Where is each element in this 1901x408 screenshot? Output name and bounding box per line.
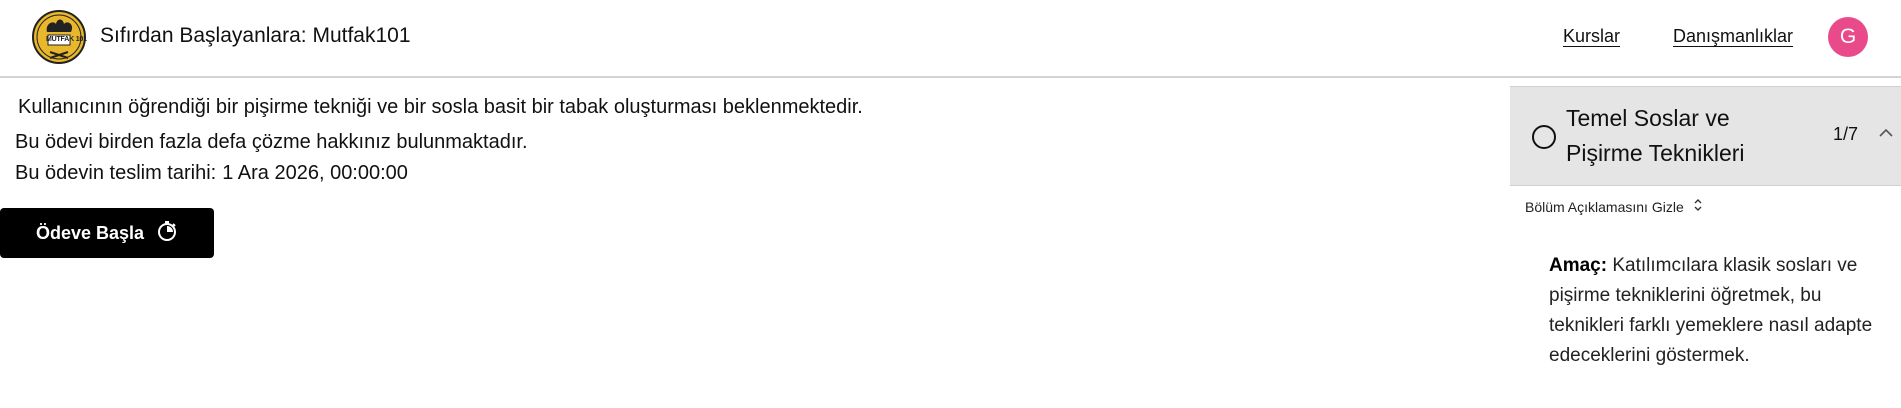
section-progress-count: 1/7 (1833, 124, 1859, 144)
chef-hat-logo-icon[interactable]: MUTFAK 101 (29, 10, 89, 64)
site-title: Sıfırdan Başlayanlara: Mutfak101 (100, 24, 411, 47)
due-date-line: Bu ödevin teslim tarihi: 1 Ara 2026, 00:0… (15, 162, 408, 185)
nav-link-courses[interactable]: Kurslar (1563, 26, 1620, 47)
start-assignment-label: Ödeve Başla (35, 222, 145, 243)
top-header: MUTFAK 101 Sıfırdan Başlayanlara: Mutfak… (0, 0, 1901, 78)
chevron-up-down-icon (1692, 198, 1704, 215)
assignment-description: Kullanıcının öğrendiği bir pişirme tekni… (18, 96, 863, 118)
toggle-section-description[interactable]: Bölüm Açıklamasını Gizle (1525, 198, 1704, 215)
due-date-label: Bu ödevin teslim tarihi: (15, 162, 217, 184)
section-title: Temel Soslar ve Pişirme Teknikleri (1566, 105, 1745, 166)
section-objective: Amaç: Katılımcılara klasik sosları ve pi… (1549, 251, 1879, 371)
avatar[interactable]: G (1828, 17, 1868, 57)
chevron-up-icon[interactable] (1878, 126, 1894, 140)
due-date-value: 1 Ara 2026, 00:00:00 (222, 162, 408, 184)
multiple-attempts-note: Bu ödevi birden fazla defa çözme hakkını… (15, 131, 528, 153)
objective-label: Amaç: (1549, 255, 1608, 276)
start-assignment-button[interactable]: Ödeve Başla (0, 208, 214, 258)
toggle-description-label: Bölüm Açıklamasını Gizle (1525, 198, 1684, 215)
circle-outline-icon (1532, 125, 1556, 149)
timer-icon (156, 220, 178, 247)
nav-link-consulting[interactable]: Danışmanlıklar (1673, 26, 1793, 47)
logo-text: MUTFAK 101 (46, 36, 87, 43)
